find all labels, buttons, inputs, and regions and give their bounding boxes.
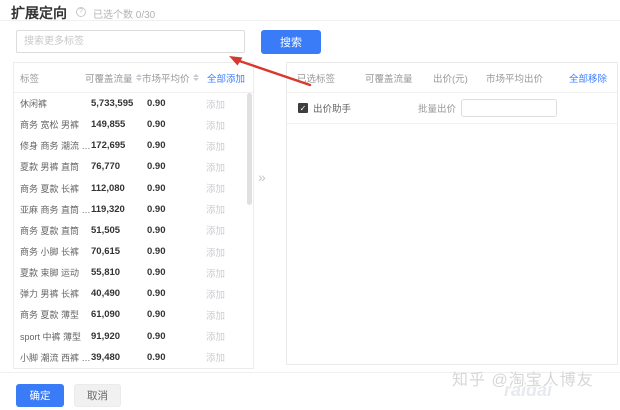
tag-list: 休闲裤 5,733,595 0.90 添加 商务 宽松 男裤 149,855 0… — [14, 93, 253, 368]
price-value: 0.90 — [147, 161, 192, 172]
tag-label: 休闲裤 — [14, 97, 91, 110]
add-link[interactable]: 添加 — [206, 245, 225, 259]
table-row: 夏款 束脚 运动 55,810 0.90 添加 — [14, 262, 253, 283]
add-link[interactable]: 添加 — [206, 160, 225, 174]
bid-assistant-row: ✓ 出价助手 批量出价 — [287, 93, 617, 124]
tag-label: 夏款 束脚 运动 — [14, 266, 91, 279]
table-row: 商务 夏款 长裤 112,080 0.90 添加 — [14, 178, 253, 199]
column-header-traffic[interactable]: 可覆盖流量 — [85, 71, 142, 85]
sort-icon[interactable] — [193, 74, 199, 82]
traffic-value: 55,810 — [91, 267, 147, 278]
table-row: 商务 夏款 直筒 51,505 0.90 添加 — [14, 220, 253, 241]
price-value: 0.90 — [147, 140, 192, 151]
add-link[interactable]: 添加 — [206, 223, 225, 237]
table-row: 商务 夏款 薄型 61,090 0.90 添加 — [14, 304, 253, 325]
traffic-value: 91,920 — [91, 331, 147, 342]
cancel-button[interactable]: 取消 — [74, 384, 121, 407]
traffic-value: 70,615 — [91, 246, 147, 257]
expand-chevron-icon[interactable]: » — [258, 169, 266, 185]
batch-bid-label: 批量出价 — [418, 101, 456, 115]
confirm-button[interactable]: 确定 — [16, 384, 64, 407]
help-icon[interactable]: ? — [76, 7, 86, 17]
table-row: 商务 小脚 长裤 70,615 0.90 添加 — [14, 241, 253, 262]
table-row: 休闲裤 5,733,595 0.90 添加 — [14, 93, 253, 114]
price-value: 0.90 — [147, 225, 192, 236]
price-value: 0.90 — [147, 246, 192, 257]
add-link[interactable]: 添加 — [206, 202, 225, 216]
table-row: 商务 宽松 男裤 149,855 0.90 添加 — [14, 114, 253, 135]
column-header-bid: 出价(元) — [433, 71, 486, 85]
selected-count-label: 已选个数 0/30 — [93, 6, 155, 21]
column-header-traffic: 可覆盖流量 — [365, 71, 433, 85]
traffic-value: 76,770 — [91, 161, 147, 172]
tag-label: 修身 商务 潮流 长裤 — [14, 139, 91, 152]
right-table-header: 已选标签 可覆盖流量 出价(元) 市场平均出价 全部移除 — [287, 63, 617, 93]
tag-label: 商务 宽松 男裤 — [14, 118, 91, 131]
traffic-value: 112,080 — [91, 183, 147, 194]
tag-label: 商务 小脚 长裤 — [14, 245, 91, 258]
column-header-traffic-label: 可覆盖流量 — [85, 71, 133, 85]
add-link[interactable]: 添加 — [206, 181, 225, 195]
add-all-link[interactable]: 全部添加 — [200, 71, 253, 85]
search-input[interactable] — [16, 30, 245, 53]
tag-label: 亚麻 商务 直筒 薄… — [14, 203, 91, 216]
column-header-selected-tag: 已选标签 — [287, 71, 365, 85]
add-link[interactable]: 添加 — [206, 329, 225, 343]
tag-label: 小脚 潮流 西裤 长裤 — [14, 351, 91, 364]
price-value: 0.90 — [147, 119, 192, 130]
traffic-value: 119,320 — [91, 204, 147, 215]
price-value: 0.90 — [147, 183, 192, 194]
zhihu-watermark: 知乎 @淘宝人博友 — [452, 366, 594, 390]
available-tags-panel: 标签 可覆盖流量 市场平均价 全部添加 休闲裤 5,733,595 0.90 添… — [13, 62, 254, 369]
column-header-market-bid: 市场平均出价 — [486, 71, 569, 85]
table-row: 弹力 男裤 长裤 40,490 0.90 添加 — [14, 283, 253, 304]
price-value: 0.90 — [147, 204, 192, 215]
add-link[interactable]: 添加 — [206, 139, 225, 153]
tag-label: sport 中裤 薄型 — [14, 330, 91, 343]
sort-icon[interactable] — [136, 74, 142, 82]
price-value: 0.90 — [147, 98, 192, 109]
tag-label: 夏款 男裤 直筒 — [14, 160, 91, 173]
column-header-tag: 标签 — [14, 71, 85, 85]
bid-assistant-label: 出价助手 — [313, 101, 351, 115]
add-link[interactable]: 添加 — [206, 308, 225, 322]
table-row: 小脚 潮流 西裤 长裤 39,480 0.90 添加 — [14, 347, 253, 368]
batch-bid-input[interactable] — [461, 99, 557, 117]
traffic-value: 39,480 — [91, 352, 147, 363]
tag-label: 弹力 男裤 长裤 — [14, 287, 91, 300]
search-button[interactable]: 搜索 — [261, 30, 321, 54]
traffic-value: 5,733,595 — [91, 98, 147, 109]
table-row: 亚麻 商务 直筒 薄… 119,320 0.90 添加 — [14, 199, 253, 220]
price-value: 0.90 — [147, 267, 192, 278]
tag-label: 商务 夏款 直筒 — [14, 224, 91, 237]
price-value: 0.90 — [147, 331, 192, 342]
table-row: 修身 商务 潮流 长裤 172,695 0.90 添加 — [14, 135, 253, 156]
table-row: 夏款 男裤 直筒 76,770 0.90 添加 — [14, 156, 253, 177]
traffic-value: 61,090 — [91, 309, 147, 320]
traffic-value: 149,855 — [91, 119, 147, 130]
tag-label: 商务 夏款 长裤 — [14, 182, 91, 195]
add-link[interactable]: 添加 — [206, 350, 225, 364]
traffic-value: 172,695 — [91, 140, 147, 151]
add-link[interactable]: 添加 — [206, 118, 225, 132]
selected-tags-panel: 已选标签 可覆盖流量 出价(元) 市场平均出价 全部移除 ✓ 出价助手 批量出价 — [286, 62, 618, 365]
add-link[interactable]: 添加 — [206, 97, 225, 111]
add-link[interactable]: 添加 — [206, 266, 225, 280]
add-link[interactable]: 添加 — [206, 287, 225, 301]
remove-all-link[interactable]: 全部移除 — [569, 71, 617, 85]
traffic-value: 51,505 — [91, 225, 147, 236]
price-value: 0.90 — [147, 288, 192, 299]
tag-label: 商务 夏款 薄型 — [14, 308, 91, 321]
column-header-market-price-label: 市场平均价 — [142, 71, 190, 85]
price-value: 0.90 — [147, 352, 192, 363]
table-row: sport 中裤 薄型 91,920 0.90 添加 — [14, 326, 253, 347]
traffic-value: 40,490 — [91, 288, 147, 299]
left-table-header: 标签 可覆盖流量 市场平均价 全部添加 — [14, 63, 253, 93]
price-value: 0.90 — [147, 309, 192, 320]
top-divider — [0, 20, 620, 21]
column-header-market-price[interactable]: 市场平均价 — [142, 71, 200, 85]
scrollbar-thumb[interactable] — [247, 93, 252, 205]
bid-assistant-checkbox[interactable]: ✓ — [298, 103, 308, 113]
